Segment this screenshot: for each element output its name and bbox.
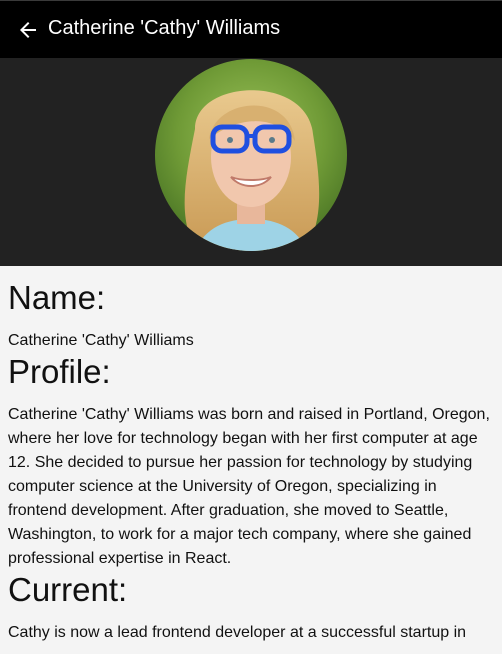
profile-content: Name: Catherine 'Cathy' Williams Profile… xyxy=(8,266,494,645)
current-heading: Current: xyxy=(8,571,128,608)
name-value: Catherine 'Cathy' Williams xyxy=(8,332,194,349)
current-text: Cathy is now a lead frontend developer a… xyxy=(8,624,467,641)
name-heading: Name: xyxy=(8,279,106,316)
arrow-back-icon xyxy=(20,21,36,38)
avatar-photo xyxy=(155,59,347,251)
avatar xyxy=(155,59,347,251)
profile-text: Catherine 'Cathy' Williams was born and … xyxy=(8,406,490,567)
app-bar: Catherine 'Cathy' Williams xyxy=(0,0,502,58)
profile-header xyxy=(0,58,502,266)
page-title: Catherine 'Cathy' Williams xyxy=(48,17,281,39)
back-button[interactable] xyxy=(6,8,50,52)
profile-heading: Profile: xyxy=(8,353,111,390)
